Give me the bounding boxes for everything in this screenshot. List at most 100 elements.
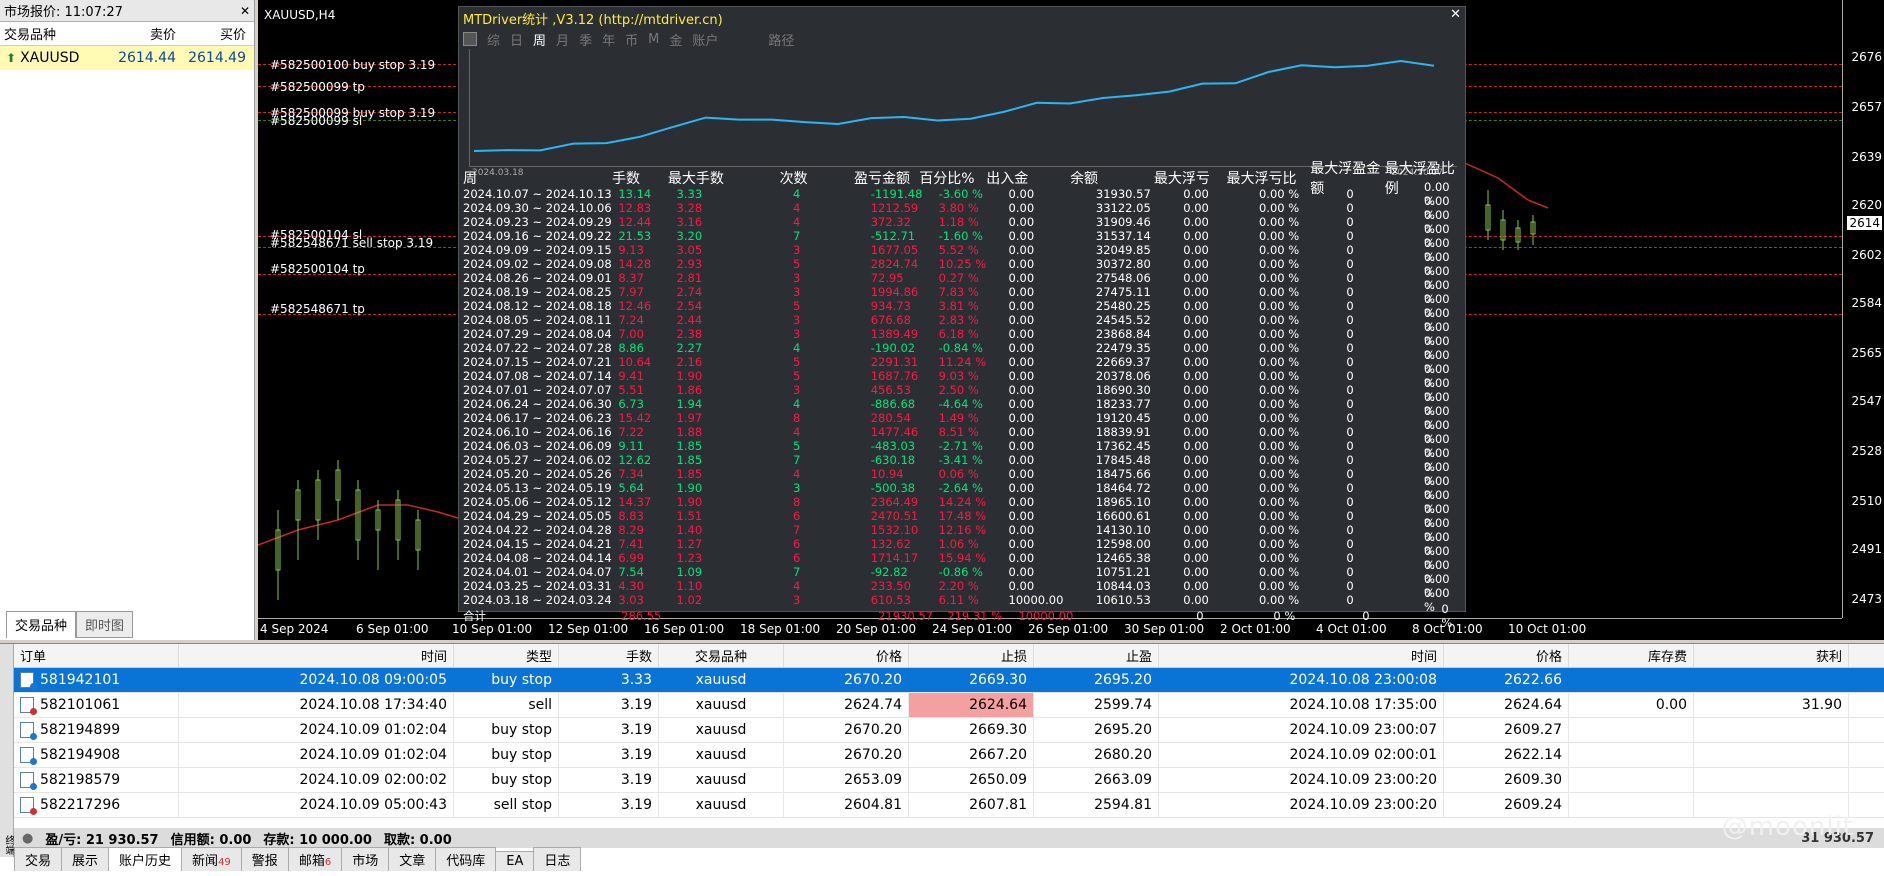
- tab-tick-chart[interactable]: 即时图: [76, 611, 134, 638]
- order-row[interactable]: 581942101 2024.10.08 09:00:05 buy stop 3.33…: [14, 668, 1884, 693]
- toolbar-item[interactable]: M: [648, 32, 659, 47]
- orders-col-header[interactable]: 库存费: [1569, 644, 1694, 667]
- stats-cell: -512.71: [870, 229, 916, 243]
- tab-symbols[interactable]: 交易品种: [6, 611, 77, 638]
- stats-cell: 0.00: [1008, 467, 1035, 481]
- stats-cell: 2024.07.22 ~ 2024.07.28: [463, 341, 612, 355]
- stats-cell: 15.42: [618, 411, 652, 425]
- terminal-tab[interactable]: 警报: [240, 847, 289, 871]
- col-bid[interactable]: 卖价: [110, 24, 180, 43]
- order-cell: [1569, 743, 1694, 767]
- order-cell: [1694, 743, 1849, 767]
- orders-col-header[interactable]: 时间: [179, 644, 454, 667]
- col-ask[interactable]: 买价: [180, 24, 250, 43]
- stats-cell: 1677.05: [870, 243, 919, 257]
- stats-row: 2024.05.20 ~ 2024.05.26 7.34 1.85 4 10.94 0.0…: [463, 460, 1463, 488]
- menu-icon[interactable]: [463, 32, 477, 46]
- stats-cell: 1687.76: [870, 369, 919, 383]
- stats-cell: 2024.05.06 ~ 2024.05.12: [463, 495, 612, 509]
- terminal-tab[interactable]: 交易: [14, 847, 63, 871]
- stats-cell: 25480.25: [1095, 299, 1151, 313]
- order-cell: xauusd: [659, 668, 784, 692]
- stats-cell: 2024.04.08 ~ 2024.04.14: [463, 551, 612, 565]
- orders-col-header[interactable]: 获利: [1694, 644, 1849, 667]
- stats-cell: 0.06 %: [938, 467, 979, 481]
- orders-col-header[interactable]: 手数: [559, 644, 659, 667]
- stats-cell: 0.00 %: [1258, 271, 1300, 285]
- order-row[interactable]: 582217296 2024.10.09 05:00:43 sell stop 3.1…: [14, 793, 1884, 818]
- order-cell: 2669.30: [909, 668, 1034, 692]
- order-cprice: 2622.14: [1504, 747, 1562, 763]
- toolbar-item[interactable]: 月: [556, 30, 569, 49]
- toolbar-item[interactable]: 金: [669, 30, 682, 49]
- stats-cell: 6: [793, 537, 801, 551]
- order-symbol: xauusd: [695, 797, 747, 813]
- orders-col-header[interactable]: 交易品种: [659, 644, 784, 667]
- terminal-side-label: 终端: [0, 644, 14, 857]
- symbol-row[interactable]: ⬆ XAUUSD 2614.44 2614.49: [0, 46, 254, 70]
- stats-col-header[interactable]: 手数: [612, 168, 668, 188]
- orders-col-header[interactable]: 价格: [1444, 644, 1569, 667]
- stats-cell: -2.64 %: [938, 481, 983, 495]
- stats-col-header[interactable]: 余额: [1070, 168, 1154, 188]
- orders-col-header[interactable]: 类型: [454, 644, 559, 667]
- close-icon[interactable]: ✕: [240, 4, 250, 18]
- terminal-tab[interactable]: 日志: [533, 847, 582, 871]
- stats-col-header[interactable]: 出入金: [986, 168, 1070, 188]
- order-lots: 3.19: [620, 697, 652, 713]
- stats-cell: 23868.84: [1095, 327, 1151, 341]
- orders-col-header[interactable]: 价格: [784, 644, 909, 667]
- stats-col-header[interactable]: 最大浮亏比: [1226, 168, 1310, 188]
- orders-col-header[interactable]: 订单: [14, 644, 179, 667]
- order-cell: 2695.20: [1034, 718, 1159, 742]
- stats-col-header[interactable]: 周: [463, 168, 612, 188]
- toolbar-item-week[interactable]: 周: [533, 30, 546, 49]
- mtdriver-stats-window[interactable]: MTDriver统计 ,V3.12 (http://mtdriver.cn) ✕…: [458, 6, 1466, 630]
- order-cell: [1694, 668, 1849, 692]
- toolbar-item[interactable]: 季: [579, 30, 592, 49]
- terminal-tab[interactable]: 文章: [388, 847, 437, 871]
- stats-col-header[interactable]: 最大手数: [668, 168, 780, 188]
- stats-col-header[interactable]: 盈亏金额: [854, 168, 919, 188]
- toolbar-item[interactable]: 账户: [692, 30, 718, 49]
- terminal-tab[interactable]: EA: [495, 851, 535, 871]
- stats-cell: 1714.17: [870, 551, 919, 565]
- order-type: buy stop: [491, 672, 552, 688]
- order-cell: 2670.20: [784, 718, 909, 742]
- stats-cell: 3: [793, 313, 801, 327]
- terminal-tab[interactable]: 代码库: [435, 847, 497, 871]
- col-symbol[interactable]: 交易品种: [0, 24, 110, 43]
- close-icon[interactable]: ✕: [1450, 7, 1461, 22]
- stats-cell: 3.28: [676, 201, 703, 215]
- terminal-tab[interactable]: 邮箱6: [287, 847, 343, 871]
- order-row[interactable]: 582101061 2024.10.08 17:34:40 sell 3.19 xauu…: [14, 693, 1884, 718]
- order-row[interactable]: 582198579 2024.10.09 02:00:02 buy stop 3.19…: [14, 768, 1884, 793]
- terminal-tab[interactable]: 账户历史: [108, 847, 183, 871]
- orders-col-header[interactable]: 止损: [909, 644, 1034, 667]
- order-cell: sell stop: [454, 793, 559, 817]
- toolbar-item[interactable]: 日: [510, 30, 523, 49]
- stats-cell: 0.00: [1008, 383, 1035, 397]
- stats-cell: 0: [1346, 215, 1354, 229]
- stats-col-header[interactable]: 最大浮亏: [1154, 168, 1227, 188]
- stats-col-header[interactable]: 次数: [780, 168, 854, 188]
- stats-col-header[interactable]: 百分比%: [919, 168, 986, 188]
- stats-cell: 1.97: [676, 411, 703, 425]
- terminal-tab[interactable]: 市场: [341, 847, 390, 871]
- orders-col-header[interactable]: 时间: [1159, 644, 1444, 667]
- stats-row: 2024.06.03 ~ 2024.06.09 9.11 1.85 5 -483.03 -…: [463, 432, 1463, 460]
- toolbar-item[interactable]: 年: [602, 30, 615, 49]
- terminal-tab[interactable]: 新闻49: [181, 847, 242, 871]
- order-row[interactable]: 582194908 2024.10.09 01:02:04 buy stop 3.19…: [14, 743, 1884, 768]
- stats-cell: 2024.06.24 ~ 2024.06.30: [463, 397, 612, 411]
- stats-cell: 14130.10: [1095, 523, 1151, 537]
- terminal-tab[interactable]: 展示: [61, 847, 110, 871]
- toolbar-item-path[interactable]: 路径: [768, 30, 794, 49]
- orders-col-header[interactable]: 止盈: [1034, 644, 1159, 667]
- price-tick: 2565: [1851, 346, 1882, 360]
- toolbar-item[interactable]: 币: [625, 30, 638, 49]
- toolbar-item[interactable]: 综: [487, 30, 500, 49]
- order-row[interactable]: 582194899 2024.10.09 01:02:04 buy stop 3.19…: [14, 718, 1884, 743]
- stats-cell: 0.00: [1008, 243, 1035, 257]
- order-price: 2604.81: [844, 797, 902, 813]
